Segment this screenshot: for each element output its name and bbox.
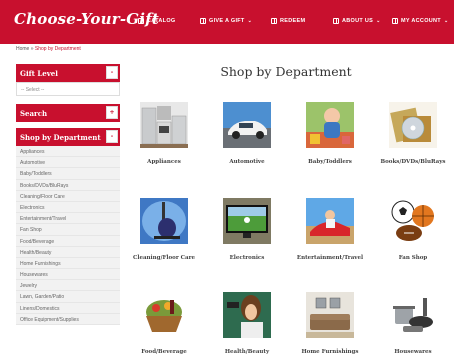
gift-icon [138,18,144,24]
department-link[interactable]: Lawn, Garden/Patio [16,291,120,303]
department-link[interactable]: Electronics [16,202,120,214]
living-room-image [306,292,354,338]
breadcrumb-current: Shop by Department [34,46,81,52]
department-tile-books-dvds-blurays[interactable]: Books/DVDs/BluRays [375,102,451,165]
books-dvds-image [389,102,437,148]
car-image [223,102,271,148]
department-tile-cleaning-floor-care[interactable]: Cleaning/Floor Care [126,198,202,261]
breadcrumb-separator: » [30,46,34,52]
department-link[interactable]: Appliances [16,146,120,158]
breadcrumb: Home » Shop by Department [16,46,81,52]
department-tile-automotive[interactable]: Automotive [209,102,285,165]
department-link[interactable]: Automotive [16,157,120,169]
department-link[interactable]: Jewelry [16,280,120,292]
nav-my-account[interactable]: MY ACCOUNT ⌄ [392,18,448,24]
tile-label: Entertainment/Travel [296,255,364,261]
gift-icon [200,18,206,24]
tile-label: Appliances [147,159,181,165]
tile-label: Automotive [229,159,265,165]
department-tile-food-beverage[interactable]: Food/Beverage [126,292,202,355]
tile-label: Health/Beauty [224,349,270,355]
panel-title: Shop by Department [20,133,101,142]
gift-icon [392,18,398,24]
department-link[interactable]: Linens/Domestics [16,303,120,314]
page-title: Shop by Department [220,64,352,79]
nav-about-us[interactable]: ABOUT US ⌄ [333,18,381,24]
tile-label: Housewares [394,349,432,355]
chevron-down-icon: ⌄ [376,18,381,24]
department-link[interactable]: Fan Shop [16,224,120,236]
department-tile-baby-toddlers[interactable]: Baby/Toddlers [292,102,368,165]
gift-level-select[interactable]: -- Select -- [16,82,120,96]
panel-title: Gift Level [20,69,58,78]
nav-label: ABOUT US [342,18,374,24]
vacuum-image [140,198,188,244]
department-link[interactable]: Housewares [16,269,120,281]
nav-redeem[interactable]: REDEEM [271,18,305,24]
department-link[interactable]: Books/DVDs/BluRays [16,180,120,191]
gift-level-panel-header[interactable]: Gift Level - [16,64,120,82]
appliances-image [140,102,188,148]
tile-label: Baby/Toddlers [308,159,352,165]
department-tile-appliances[interactable]: Appliances [126,102,202,165]
collapse-toggle[interactable]: - [106,66,118,79]
department-link[interactable]: Office Equipment/Supplies [16,314,120,325]
nav-label: GIVE A GIFT [209,18,245,24]
top-navigation-bar: Choose-Your-Gift CATALOG GIVE A GIFT ⌄ R… [0,0,454,44]
department-tile-housewares[interactable]: Housewares [375,292,451,355]
baby-image [306,102,354,148]
collapse-toggle[interactable]: - [106,130,118,143]
sports-balls-image [389,198,437,244]
gift-basket-image [140,292,188,338]
nav-catalog[interactable]: CATALOG [138,18,175,24]
department-tile-fan-shop[interactable]: Fan Shop [375,198,451,261]
department-link[interactable]: Baby/Toddlers [16,168,120,180]
search-panel-header[interactable]: Search + [16,104,120,122]
tile-label: Cleaning/Floor Care [133,255,195,261]
tile-label: Food/Beverage [141,349,187,355]
cookware-image [389,292,437,338]
department-tile-health-beauty[interactable]: Health/Beauty [209,292,285,355]
tv-image [223,198,271,244]
chevron-down-icon: ⌄ [443,18,449,24]
panel-title: Search [20,109,48,118]
department-tile-entertainment-travel[interactable]: Entertainment/Travel [292,198,368,261]
department-tile-home-furnishings[interactable]: Home Furnishings [292,292,368,355]
expand-toggle[interactable]: + [106,106,118,119]
gift-icon [333,18,339,24]
hair-dryer-image [223,292,271,338]
breadcrumb-home-link[interactable]: Home [16,46,29,52]
department-link[interactable]: Cleaning/Floor Care [16,191,120,202]
gift-icon [271,18,277,24]
department-link[interactable]: Health/Beauty [16,247,120,258]
travel-image [306,198,354,244]
tile-label: Electronics [229,255,265,261]
nav-label: MY ACCOUNT [401,18,441,24]
department-panel-header[interactable]: Shop by Department - [16,128,120,146]
chevron-down-icon: ⌄ [247,18,253,24]
nav-label: REDEEM [280,18,306,24]
department-tile-electronics[interactable]: Electronics [209,198,285,261]
tile-label: Fan Shop [398,255,428,261]
department-list: Appliances Automotive Baby/Toddlers Book… [16,146,120,325]
department-link[interactable]: Food/Beverage [16,236,120,247]
tile-label: Books/DVDs/BluRays [380,159,446,165]
tile-label: Home Furnishings [301,349,359,355]
department-link[interactable]: Home Furnishings [16,258,120,270]
nav-give-a-gift[interactable]: GIVE A GIFT ⌄ [200,18,252,24]
nav-label: CATALOG [147,18,176,24]
department-link[interactable]: Entertainment/Travel [16,213,120,225]
